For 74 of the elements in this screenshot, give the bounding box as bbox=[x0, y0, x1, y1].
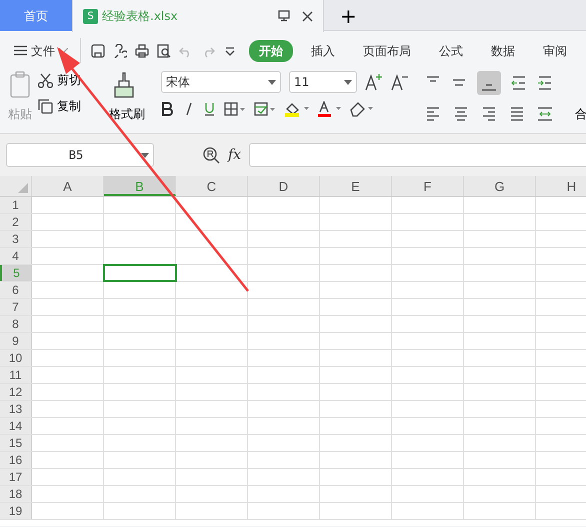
align-right-icon[interactable] bbox=[481, 106, 497, 122]
zoom-icon[interactable] bbox=[202, 146, 220, 164]
save-icon[interactable] bbox=[91, 44, 105, 58]
row-header[interactable]: 7 bbox=[0, 299, 32, 315]
formula-label: fx bbox=[228, 146, 242, 164]
column-header[interactable]: C bbox=[176, 176, 248, 196]
row-header[interactable]: 3 bbox=[0, 231, 32, 247]
column-header[interactable]: H bbox=[536, 176, 586, 196]
monitor-icon[interactable] bbox=[278, 10, 290, 22]
new-tab-button[interactable]: + bbox=[324, 0, 373, 31]
close-icon[interactable] bbox=[302, 10, 313, 22]
font-size-field[interactable]: 11 bbox=[289, 71, 357, 93]
increase-indent-icon[interactable] bbox=[537, 75, 553, 91]
align-bottom-icon[interactable] bbox=[477, 71, 501, 95]
caret-icon[interactable] bbox=[141, 152, 149, 158]
chevron-down-icon[interactable] bbox=[59, 48, 68, 53]
row-header[interactable]: 14 bbox=[0, 418, 32, 434]
row-header[interactable]: 1 bbox=[0, 197, 32, 213]
menu-icon[interactable] bbox=[14, 45, 27, 56]
column-header[interactable]: G bbox=[464, 176, 536, 196]
active-cell[interactable] bbox=[104, 265, 176, 281]
copy-button[interactable]: 复制 bbox=[38, 97, 81, 115]
print-preview-icon[interactable] bbox=[157, 44, 171, 58]
ribbon-tab[interactable]: 公式 bbox=[429, 40, 473, 62]
increase-font-icon[interactable] bbox=[365, 73, 383, 91]
row-header[interactable]: 19 bbox=[0, 503, 32, 519]
ribbon-tab[interactable]: 插入 bbox=[301, 40, 345, 62]
row-header[interactable]: 13 bbox=[0, 401, 32, 417]
align-center-icon[interactable] bbox=[453, 106, 469, 122]
file-menu-button[interactable]: 文件 bbox=[12, 40, 70, 62]
spreadsheet-file-icon: S bbox=[83, 8, 98, 24]
column-header[interactable]: F bbox=[392, 176, 464, 196]
fill-color-icon[interactable] bbox=[284, 101, 310, 117]
row-header[interactable]: 9 bbox=[0, 333, 32, 349]
file-tab[interactable]: S 经验表格.xlsx bbox=[72, 0, 324, 32]
ribbon-tab[interactable]: 开始 bbox=[249, 40, 293, 62]
borders-icon[interactable] bbox=[224, 102, 246, 116]
row-header[interactable]: 11 bbox=[0, 367, 32, 383]
row-header[interactable]: 8 bbox=[0, 316, 32, 332]
caret-icon[interactable] bbox=[268, 80, 276, 84]
clipboard-icon bbox=[9, 71, 31, 99]
underline-icon[interactable] bbox=[203, 102, 216, 116]
row-header[interactable]: 4 bbox=[0, 248, 32, 264]
copy-icon bbox=[38, 98, 53, 114]
ribbon-tab[interactable]: 审阅 bbox=[533, 40, 577, 62]
ribbon-tab[interactable]: 页面布局 bbox=[353, 40, 421, 62]
decrease-font-icon[interactable] bbox=[391, 73, 409, 91]
font-name-field[interactable]: 宋体 bbox=[161, 71, 281, 93]
column-header[interactable]: E bbox=[320, 176, 392, 196]
column-header[interactable]: D bbox=[248, 176, 320, 196]
row-header[interactable]: 16 bbox=[0, 452, 32, 468]
caret-icon[interactable] bbox=[344, 80, 352, 84]
row-header[interactable]: 18 bbox=[0, 486, 32, 502]
row-header[interactable]: 12 bbox=[0, 384, 32, 400]
file-tab[interactable]: 首页 bbox=[0, 0, 72, 31]
formula-field[interactable] bbox=[249, 143, 586, 167]
justify-icon[interactable] bbox=[509, 106, 525, 122]
row-header[interactable]: 17 bbox=[0, 469, 32, 485]
row-header[interactable]: 10 bbox=[0, 350, 32, 366]
ribbon-tab[interactable]: 数据 bbox=[481, 40, 525, 62]
distribute-icon[interactable] bbox=[537, 106, 553, 122]
row-header[interactable]: 6 bbox=[0, 282, 32, 298]
scissors-icon bbox=[38, 72, 53, 88]
row-header[interactable]: 15 bbox=[0, 435, 32, 451]
font-color-icon[interactable] bbox=[318, 101, 342, 117]
paint-brush-icon bbox=[113, 71, 135, 99]
print-icon[interactable] bbox=[135, 44, 149, 58]
align-left-icon[interactable] bbox=[425, 106, 441, 122]
row-header[interactable]: 2 bbox=[0, 214, 32, 230]
name-box[interactable]: B5 bbox=[6, 143, 154, 167]
decrease-indent-icon[interactable] bbox=[511, 75, 527, 91]
eraser-icon[interactable] bbox=[350, 101, 374, 117]
cell-style-icon[interactable] bbox=[254, 102, 276, 116]
bold-icon[interactable] bbox=[161, 102, 174, 116]
